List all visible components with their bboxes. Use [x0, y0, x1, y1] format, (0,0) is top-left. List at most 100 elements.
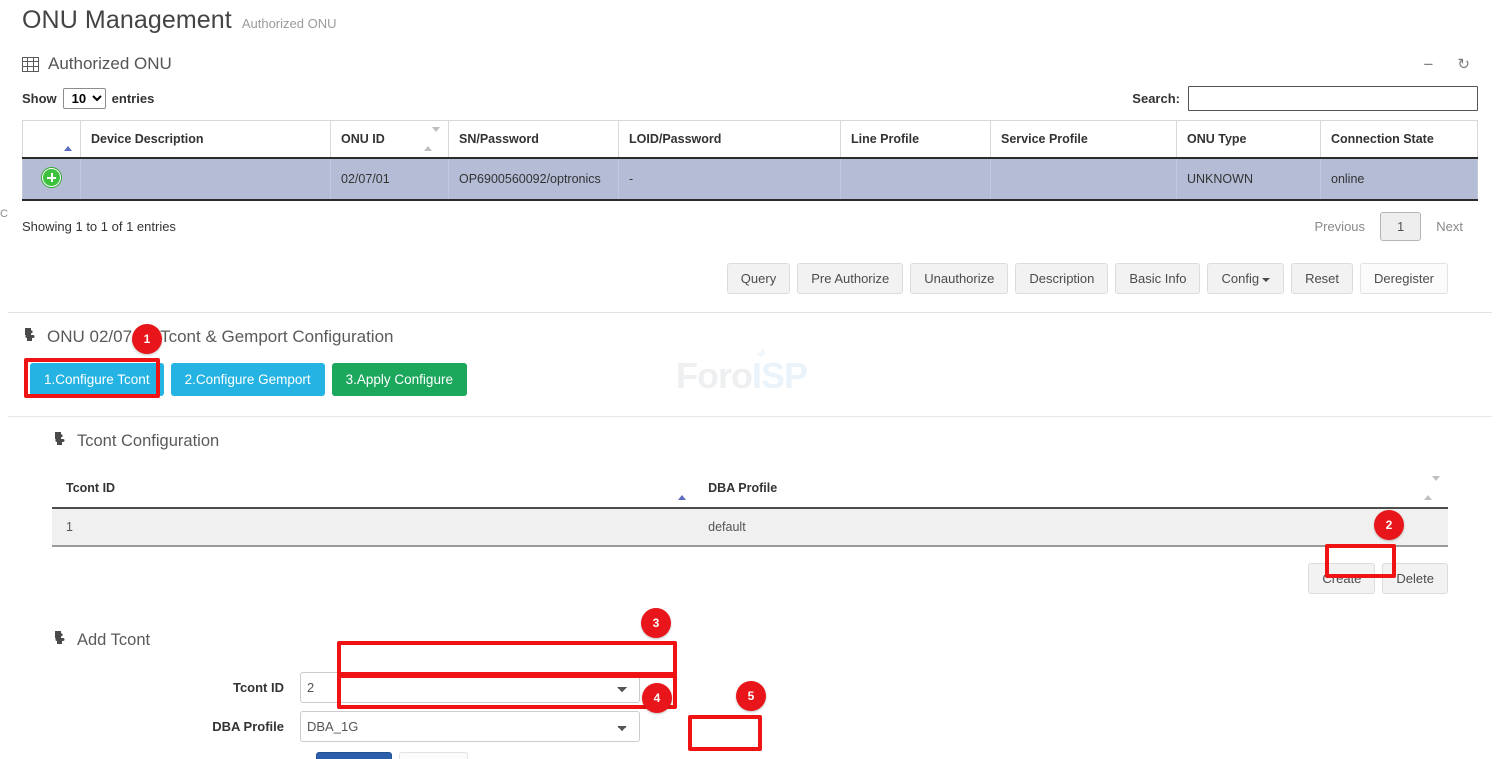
plus-circle-icon[interactable] [42, 168, 61, 187]
cancel-button[interactable]: Cancel [399, 752, 467, 759]
config-section-title: ONU 02/07/01 Tcont & Gemport Configurati… [47, 327, 393, 347]
onu-action-buttons: Query Pre Authorize Unauthorize Descript… [8, 241, 1492, 294]
puzzle-icon [52, 431, 68, 451]
pagination-previous[interactable]: Previous [1299, 212, 1380, 241]
col-connection-state[interactable]: Connection State [1321, 121, 1478, 159]
description-button[interactable]: Description [1015, 263, 1108, 294]
panel-header-left: Authorized ONU [22, 54, 172, 74]
submit-button[interactable]: Submit [316, 752, 392, 759]
annotation-badge-5: 5 [736, 681, 766, 711]
tcont-section-title: Tcont Configuration [77, 432, 219, 451]
col-loid-password[interactable]: LOID/Password [619, 121, 841, 159]
field-row-dba-profile: DBA Profile DBA_1G [0, 711, 1500, 742]
table-row[interactable]: 02/07/01 OP6900560092/optronics - UNKNOW… [23, 158, 1478, 200]
page-subtitle: Authorized ONU [242, 16, 337, 31]
row-expand-cell[interactable] [23, 158, 81, 200]
table-info: Showing 1 to 1 of 1 entries [22, 219, 176, 234]
search-input[interactable] [1188, 86, 1478, 111]
col-device-description[interactable]: Device Description [81, 121, 331, 159]
tcont-row[interactable]: 1 default [52, 508, 1448, 546]
puzzle-icon [52, 630, 68, 650]
edge-glyph: C [0, 208, 8, 220]
col-service-profile[interactable]: Service Profile [991, 121, 1177, 159]
annotation-badge-2: 2 [1374, 510, 1404, 540]
config-label: Config [1221, 271, 1259, 286]
annotation-badge-4: 4 [642, 683, 672, 713]
add-tcont-title: Add Tcont [77, 631, 150, 650]
label-tcont-id: Tcont ID [0, 680, 300, 695]
cell-onu-id: 02/07/01 [331, 158, 449, 200]
cell-service-profile [991, 158, 1177, 200]
basic-info-button[interactable]: Basic Info [1115, 263, 1200, 294]
page-header: ONU Management Authorized ONU [0, 0, 1500, 35]
col-line-profile[interactable]: Line Profile [841, 121, 991, 159]
col-tcont-id[interactable]: Tcont ID [52, 469, 694, 508]
watermark: ◕ ForoISP [676, 355, 807, 397]
col-sn-password[interactable]: SN/Password [449, 121, 619, 159]
show-entries-control: Show 10 entries [22, 88, 154, 109]
deregister-button[interactable]: Deregister [1360, 263, 1448, 294]
panel-tools: − ↻ [1423, 56, 1478, 73]
label-dba-profile: DBA Profile [0, 719, 300, 734]
cell-device-description [81, 158, 331, 200]
show-label: Show [22, 91, 57, 106]
pre-authorize-button[interactable]: Pre Authorize [797, 263, 903, 294]
sort-asc-icon [678, 481, 686, 495]
delete-button[interactable]: Delete [1382, 563, 1448, 594]
pagination: Previous 1 Next [1299, 212, 1478, 241]
annotation-badge-3: 3 [641, 608, 671, 638]
add-tcont-header: Add Tcont [0, 594, 1500, 650]
search-label: Search: [1132, 91, 1180, 106]
col-tcont-id-label: Tcont ID [66, 481, 115, 495]
page-length-select[interactable]: 10 [63, 88, 106, 109]
reset-button[interactable]: Reset [1291, 263, 1353, 294]
tcont-id-select[interactable]: 2 [300, 672, 640, 703]
sort-asc-icon [64, 132, 72, 146]
wifi-icon: ◕ [755, 342, 765, 364]
tab-configure-tcont[interactable]: 1.Configure Tcont [30, 363, 164, 396]
control-tcont-id: 2 [300, 672, 640, 703]
cell-dba-profile: default [694, 508, 1448, 546]
panel-title: Authorized ONU [48, 54, 172, 74]
chevron-down-icon [1262, 278, 1270, 282]
cell-line-profile [841, 158, 991, 200]
table-controls: Show 10 entries Search: [8, 86, 1492, 120]
pagination-next[interactable]: Next [1421, 212, 1478, 241]
authorized-onu-table: Device Description ONU ID SN/Password LO… [22, 120, 1478, 201]
minimize-icon[interactable]: − [1423, 56, 1433, 73]
control-dba-profile: DBA_1G [300, 711, 640, 742]
col-dba-profile-label: DBA Profile [708, 481, 777, 495]
search-control: Search: [1132, 86, 1478, 111]
panel-header: Authorized ONU − ↻ [8, 49, 1492, 86]
query-button[interactable]: Query [727, 263, 790, 294]
tcont-table: Tcont ID DBA Profile 1 default [52, 469, 1448, 547]
cell-sn-password: OP6900560092/optronics [449, 158, 619, 200]
config-dropdown-button[interactable]: Config [1207, 263, 1284, 294]
table-grid-icon [22, 57, 39, 72]
tab-apply-configure[interactable]: 3.Apply Configure [332, 363, 467, 396]
cell-loid-password: - [619, 158, 841, 200]
status-badge: online [1321, 158, 1478, 200]
refresh-icon[interactable]: ↻ [1457, 57, 1470, 72]
col-select[interactable] [23, 121, 81, 159]
table-footer: Showing 1 to 1 of 1 entries Previous 1 N… [8, 201, 1492, 241]
col-onu-type[interactable]: ONU Type [1177, 121, 1321, 159]
col-onu-id-label: ONU ID [341, 132, 385, 146]
annotation-badge-1: 1 [132, 324, 162, 354]
tcont-header-row: Tcont ID DBA Profile [52, 469, 1448, 508]
app-page: ONU Management Authorized ONU C Authoriz… [0, 0, 1500, 759]
pagination-page-1[interactable]: 1 [1380, 212, 1421, 241]
cell-tcont-id: 1 [52, 508, 694, 546]
tab-configure-gemport[interactable]: 2.Configure Gemport [171, 363, 325, 396]
config-section-header: ONU 02/07/01 Tcont & Gemport Configurati… [0, 313, 1500, 347]
form-buttons: Submit Cancel [0, 752, 1500, 759]
dba-profile-select[interactable]: DBA_1G [300, 711, 640, 742]
unauthorize-button[interactable]: Unauthorize [910, 263, 1008, 294]
col-dba-profile[interactable]: DBA Profile [694, 469, 1448, 508]
sort-both-icon [424, 132, 440, 146]
authorized-onu-panel: Authorized ONU − ↻ Show 10 entries Searc… [8, 49, 1492, 294]
create-button[interactable]: Create [1308, 563, 1375, 594]
col-onu-id[interactable]: ONU ID [331, 121, 449, 159]
tcont-section-header: Tcont Configuration [0, 417, 1500, 451]
sort-both-icon [1424, 481, 1440, 495]
